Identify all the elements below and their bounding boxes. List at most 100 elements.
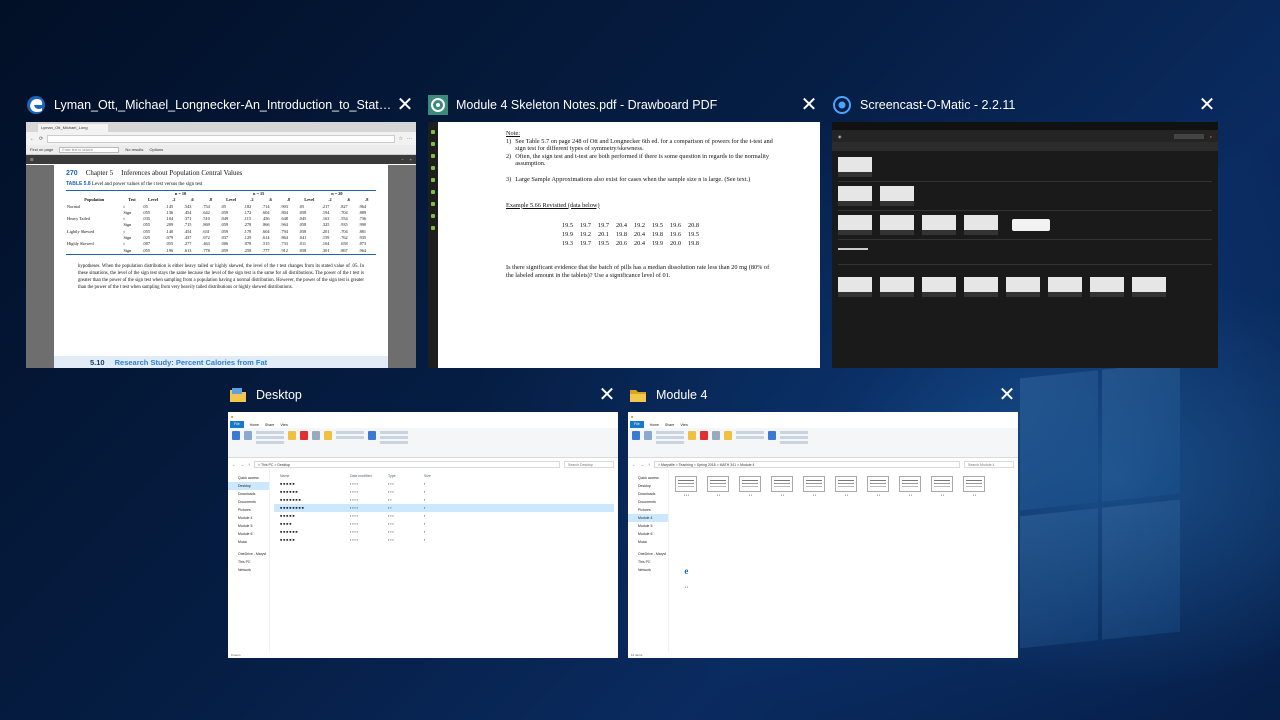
column-header[interactable]: Type	[388, 472, 424, 480]
recording-thumbnail[interactable]	[964, 215, 998, 235]
file-item[interactable]: ▪ ▪	[865, 476, 891, 560]
ribbon-tab-file[interactable]: File	[630, 421, 644, 428]
table-row[interactable]: ■ ■ ■ ■ ■ ■ ■ ■ ▪ ▪ ▪ ▪ ▪ ▪ ▪	[274, 504, 614, 512]
nav-item[interactable]: Module 5	[628, 522, 668, 530]
recording-thumbnail[interactable]	[964, 277, 998, 297]
file-item[interactable]: ▪ ▪	[961, 476, 987, 560]
nav-item[interactable]: This PC	[228, 558, 269, 566]
nav-item[interactable]: Quick access	[628, 474, 668, 482]
column-header[interactable]: Size	[424, 472, 444, 480]
recording-thumbnail[interactable]	[1090, 277, 1124, 297]
new-folder-icon[interactable]	[324, 431, 332, 440]
up-icon[interactable]: ↑	[248, 462, 250, 467]
ribbon-tab-view[interactable]: View	[680, 423, 688, 427]
ribbon-tab-home[interactable]: Home	[650, 423, 659, 427]
copy-icon[interactable]	[644, 431, 652, 440]
table-row[interactable]: ■ ■ ■ ■ ■ ■ ▪ ▪ ▪ ▪ ▪ ▪ ▪ ▪	[274, 528, 614, 536]
recording-thumbnail[interactable]	[1048, 277, 1082, 297]
toc-icon[interactable]: ☰	[30, 157, 34, 162]
nav-item[interactable]: Documents	[228, 498, 269, 506]
refresh-icon[interactable]: ⟳	[39, 136, 43, 142]
delete-icon[interactable]	[300, 431, 308, 440]
more-icon[interactable]: ···	[407, 136, 412, 142]
file-item[interactable]: ▪ ▪	[769, 476, 795, 560]
recording-thumbnail[interactable]	[838, 215, 872, 235]
close-icon[interactable]: ✕	[798, 94, 820, 116]
pin-icon[interactable]	[232, 431, 240, 440]
nav-item[interactable]: Desktop	[228, 482, 269, 490]
zoom-in-icon[interactable]: +	[410, 157, 412, 162]
move-icon[interactable]	[288, 431, 296, 440]
nav-item[interactable]: Network	[228, 566, 269, 574]
up-icon[interactable]: ↑	[648, 462, 650, 467]
column-header[interactable]: Date modified	[350, 472, 388, 480]
nav-item[interactable]: Module 6	[228, 530, 269, 538]
favorites-icon[interactable]: ☆	[399, 136, 403, 142]
notes-page[interactable]: Note: 1) See Table 5.7 on page 248 of Ott…	[438, 122, 820, 368]
nav-item[interactable]: Desktop	[628, 482, 668, 490]
forward-icon[interactable]: →	[240, 462, 244, 467]
forward-icon[interactable]: →	[640, 462, 644, 467]
file-item[interactable]: e ▪ ▪	[673, 566, 699, 652]
nav-item[interactable]: Module 6	[628, 530, 668, 538]
move-icon[interactable]	[688, 431, 696, 440]
recording-thumbnail[interactable]	[880, 186, 914, 206]
recording-thumbnail[interactable]	[1132, 277, 1166, 297]
table-row[interactable]: ■ ■ ■ ■ ■ ■ ▪ ▪ ▪ ▪ ▪ ▪ ▪ ▪	[274, 488, 614, 496]
table-row[interactable]: ■ ■ ■ ■ ▪ ▪ ▪ ▪ ▪ ▪ ▪ ▪	[274, 520, 614, 528]
task-view-window-desktop-folder[interactable]: Desktop ✕ ■ File Home Share View ← → ↑ >…	[228, 382, 618, 658]
back-icon[interactable]: ←	[30, 136, 35, 142]
record-icon[interactable]: ●	[1210, 134, 1212, 139]
recording-thumbnail[interactable]	[838, 157, 872, 177]
recording-thumbnail[interactable]	[1006, 277, 1040, 297]
nav-item[interactable]: Music	[228, 538, 269, 546]
recording-thumbnail[interactable]	[880, 215, 914, 235]
table-row[interactable]: ■ ■ ■ ■ ■ ■ ■ ▪ ▪ ▪ ▪ ▪ ▪ ▪	[274, 496, 614, 504]
file-item[interactable]: ▪ ▪	[705, 476, 731, 560]
copy-icon[interactable]	[244, 431, 252, 440]
address-path[interactable]: > Maryville > Teaching > Spring 2018 > M…	[654, 460, 960, 468]
nav-item[interactable]: Network	[628, 566, 668, 574]
window-thumbnail[interactable]: ■ File Home Share View ← → ↑ > Maryville > …	[628, 412, 1018, 658]
file-item[interactable]: ▪ ▪ ▪	[673, 476, 699, 560]
nav-item[interactable]: OneDrive - Maryvi	[228, 550, 269, 558]
zoom-out-icon[interactable]: −	[401, 157, 403, 162]
close-icon[interactable]: ✕	[394, 94, 416, 116]
new-folder-icon[interactable]	[724, 431, 732, 440]
file-item[interactable]: ▪ ▪	[833, 476, 859, 560]
file-item[interactable]: ▪ ▪	[801, 476, 827, 560]
ribbon-tab-share[interactable]: Share	[665, 423, 674, 427]
address-bar[interactable]	[47, 134, 395, 143]
recording-thumbnail[interactable]	[922, 215, 956, 235]
task-view-window-module-4-folder[interactable]: Module 4 ✕ ■ File Home Share View ← → ↑	[628, 382, 1018, 658]
file-item[interactable]: ▪ ▪	[897, 476, 923, 560]
back-icon[interactable]: ←	[232, 462, 236, 467]
pdf-viewer[interactable]: 270 Chapter 5 Inferences about Populatio…	[26, 165, 416, 368]
nav-item[interactable]: Pictures	[228, 506, 269, 514]
nav-item[interactable]: Downloads	[628, 490, 668, 498]
column-header[interactable]: Name	[280, 472, 350, 480]
search-input[interactable]	[1173, 133, 1204, 139]
close-icon[interactable]: ✕	[1196, 94, 1218, 116]
window-thumbnail[interactable]: ■ File Home Share View ← → ↑ > This PC > De…	[228, 412, 618, 658]
pin-icon[interactable]	[632, 431, 640, 440]
search-input[interactable]: Search Module 4	[964, 460, 1014, 468]
back-icon[interactable]: ←	[632, 462, 636, 467]
delete-icon[interactable]	[700, 431, 708, 440]
recording-thumbnail[interactable]	[922, 277, 956, 297]
rename-icon[interactable]	[712, 431, 720, 440]
task-view-window-screencast[interactable]: Screencast-O-Matic - 2.2.11 ✕ ◉ ●	[832, 92, 1218, 368]
ribbon-tab-file[interactable]: File	[230, 421, 244, 428]
nav-item[interactable]: Quick access	[228, 474, 269, 482]
ribbon-tab-share[interactable]: Share	[265, 423, 274, 427]
browser-tab[interactable]: Lyman_Ott_Michael_Long	[38, 124, 108, 132]
file-item[interactable]: ▪ ▪	[929, 476, 955, 560]
recording-thumbnail[interactable]	[838, 277, 872, 297]
table-row[interactable]: ■ ■ ■ ■ ■ ▪ ▪ ▪ ▪ ▪ ▪ ▪ ▪	[274, 536, 614, 544]
nav-item[interactable]: This PC	[628, 558, 668, 566]
nav-item[interactable]: Module 5	[228, 522, 269, 530]
nav-item[interactable]: Module 4	[228, 514, 269, 522]
address-path[interactable]: > This PC > Desktop	[254, 460, 560, 468]
task-view-window-drawboard[interactable]: Module 4 Skeleton Notes.pdf - Drawboard …	[428, 92, 820, 368]
rename-icon[interactable]	[312, 431, 320, 440]
